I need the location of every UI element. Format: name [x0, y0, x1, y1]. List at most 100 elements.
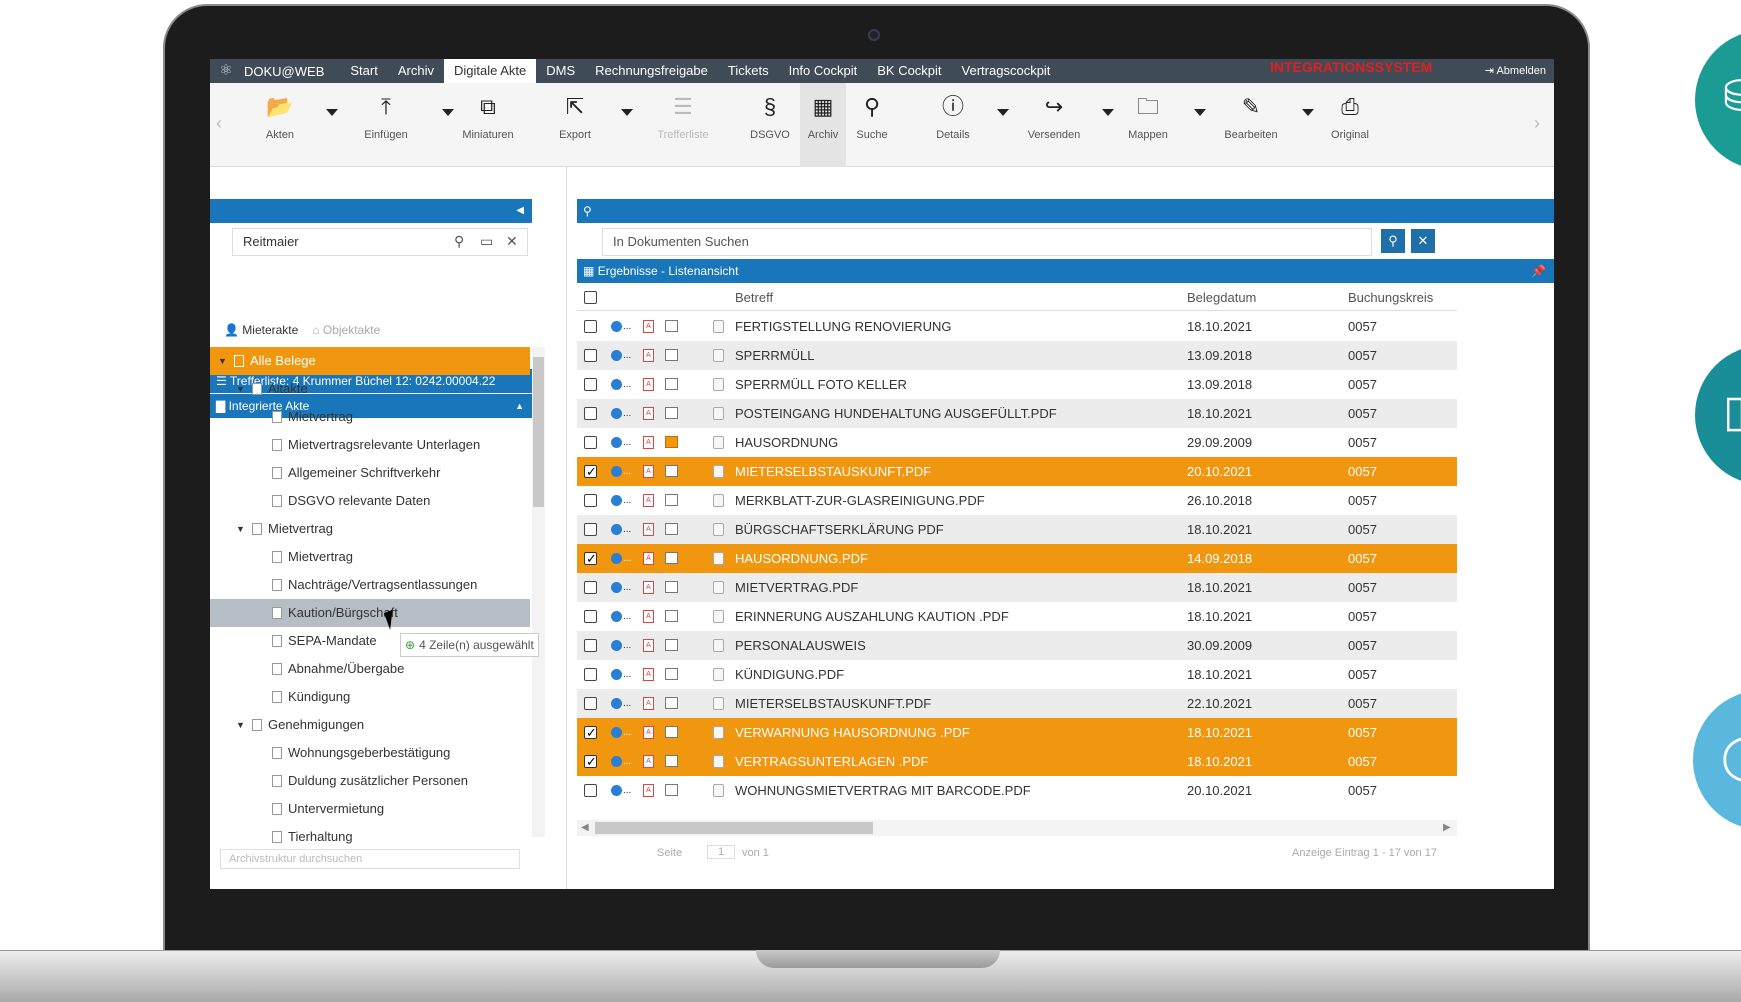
info-icon[interactable] [611, 350, 622, 361]
pdf-icon[interactable]: A [643, 349, 654, 362]
pdf-icon[interactable]: A [643, 552, 654, 565]
document-viewer-icon[interactable] [713, 465, 724, 478]
clear-icon[interactable]: ✕ [506, 233, 518, 250]
menu-item-digitale-akte[interactable]: Digitale Akte [443, 59, 537, 83]
toolbar-button-export[interactable]: ⇱ Export [545, 83, 605, 167]
row-checkbox[interactable] [584, 747, 597, 776]
pdf-icon[interactable]: A [643, 523, 654, 536]
info-icon[interactable] [611, 524, 622, 535]
select-all-checkbox[interactable] [584, 291, 597, 304]
table-row[interactable]: ... A VERTRAGSUNTERLAGEN .PDF 18.10.2021 005… [577, 747, 1457, 776]
tree-node[interactable]: Mietvertrag [210, 543, 530, 571]
document-viewer-icon[interactable] [713, 610, 724, 623]
row-checkbox[interactable] [584, 436, 597, 449]
pdf-icon[interactable]: A [643, 755, 654, 768]
tree-node[interactable]: Mietvertragsrelevante Unterlagen [210, 431, 530, 459]
menu-item-info-cockpit[interactable]: Info Cockpit [779, 59, 868, 83]
collapse-left-icon[interactable]: ◀ [516, 199, 524, 223]
toolbar-button-trefferliste[interactable]: ☰ Trefferliste [648, 83, 718, 167]
table-row[interactable]: ... A BÜRGSCHAFTSERKLÄRUNG PDF 18.10.2021 00… [577, 515, 1457, 544]
preview-icon[interactable] [665, 494, 678, 506]
toolbar-button-suche[interactable]: ⚲ Suche [850, 83, 894, 167]
document-viewer-icon[interactable] [713, 639, 724, 652]
table-row[interactable]: ... A HAUSORDNUNG 29.09.2009 0057 [577, 428, 1457, 457]
table-row[interactable]: ... A POSTEINGANG HUNDEHALTUNG AUSGEFÜLLT.… [577, 399, 1457, 428]
menu-item-vertragscockpit[interactable]: Vertragscockpit [952, 59, 1061, 83]
document-search-input[interactable]: In Dokumenten Suchen [602, 228, 1372, 256]
table-row[interactable]: ... A KÜNDIGUNG.PDF 18.10.2021 0057 [577, 660, 1457, 689]
tree-node[interactable]: ▼ Genehmigungen [210, 711, 530, 739]
tree-node[interactable]: Kündigung [210, 683, 530, 711]
info-icon[interactable] [611, 727, 622, 738]
document-viewer-icon[interactable] [713, 523, 724, 536]
table-row[interactable]: ... A SPERRMÜLL FOTO KELLER 13.09.2018 0057 [577, 370, 1457, 399]
preview-icon[interactable] [665, 407, 678, 419]
document-viewer-icon[interactable] [713, 349, 724, 362]
info-icon[interactable] [611, 495, 622, 506]
tree-node[interactable]: ▼ Altakte [210, 375, 530, 403]
toolbar-button-bearbeiten[interactable]: ✎ Bearbeiten [1216, 83, 1286, 167]
menu-item-rechnungsfreigabe[interactable]: Rechnungsfreigabe [585, 59, 718, 83]
caret-down-icon[interactable] [326, 109, 338, 116]
toolbar-button-archiv[interactable]: ▦ Archiv [800, 83, 846, 167]
document-viewer-icon[interactable] [713, 407, 724, 420]
tree-node[interactable]: Abnahme/Übergabe [210, 655, 530, 683]
caret-down-icon[interactable] [1302, 109, 1314, 116]
row-checkbox[interactable] [584, 544, 597, 573]
table-row[interactable]: ... A MIETERSELBSTAUSKUNFT.PDF 20.10.2021 00… [577, 457, 1457, 486]
row-checkbox[interactable] [584, 320, 597, 333]
document-viewer-icon[interactable] [713, 436, 724, 449]
row-checkbox[interactable] [584, 349, 597, 362]
tree-node[interactable]: Nachträge/Vertragsentlassungen [210, 571, 530, 599]
document-viewer-icon[interactable] [713, 668, 724, 681]
preview-icon[interactable] [665, 320, 678, 332]
info-icon[interactable] [611, 437, 622, 448]
info-icon[interactable] [611, 582, 622, 593]
preview-icon[interactable] [665, 639, 678, 651]
info-icon[interactable] [611, 466, 622, 477]
caret-down-icon[interactable] [1102, 109, 1114, 116]
document-viewer-icon[interactable] [713, 494, 724, 507]
tree-node[interactable]: Untervermietung [210, 795, 530, 823]
menu-item-start[interactable]: Start [340, 59, 387, 83]
info-icon[interactable] [611, 698, 622, 709]
toolbar-button-dsgvo[interactable]: § DSGVO [740, 83, 800, 167]
pdf-icon[interactable]: A [643, 494, 654, 507]
tree-node[interactable]: Duldung zusätzlicher Personen [210, 767, 530, 795]
document-viewer-icon[interactable] [713, 552, 724, 565]
info-icon[interactable] [611, 785, 622, 796]
preview-icon[interactable] [665, 523, 678, 535]
row-checkbox[interactable] [584, 523, 597, 536]
document-viewer-icon[interactable] [713, 697, 724, 710]
document-viewer-icon[interactable] [713, 320, 724, 333]
table-row[interactable]: ... A MIETERSELBSTAUSKUNFT.PDF 22.10.2021 00… [577, 689, 1457, 718]
caret-down-icon[interactable]: ▼ [236, 515, 246, 543]
row-checkbox[interactable] [584, 639, 597, 652]
row-checkbox[interactable] [584, 697, 597, 710]
toolbar-button-versenden[interactable]: ↪ Versenden [1022, 83, 1086, 167]
logout-button[interactable]: ⇥ Abmelden [1485, 59, 1546, 83]
column-betreff[interactable]: Betreff [735, 290, 773, 305]
tree-node[interactable]: Wohnungsgeberbestätigung [210, 739, 530, 767]
preview-icon[interactable] [665, 726, 678, 738]
preview-icon[interactable] [665, 378, 678, 390]
row-checkbox[interactable] [584, 610, 597, 623]
row-checkbox[interactable] [584, 668, 597, 681]
scroll-right-icon[interactable]: ▶ [1443, 820, 1451, 836]
tree-node[interactable]: Tierhaltung [210, 823, 530, 851]
column-belegdatum[interactable]: Belegdatum [1187, 290, 1256, 305]
tree-filter-input[interactable]: Archivstruktur durchsuchen [220, 849, 520, 869]
tree-scrollbar[interactable] [532, 347, 545, 837]
caret-down-icon[interactable]: ▼ [236, 711, 246, 739]
tree-node[interactable]: Mietvertrag [210, 403, 530, 431]
row-checkbox[interactable] [584, 581, 597, 594]
page-number-input[interactable]: 1 [707, 845, 736, 859]
info-icon[interactable] [611, 408, 622, 419]
clear-button[interactable]: ✕ [1411, 229, 1435, 253]
tree-node[interactable]: Allgemeiner Schriftverkehr [210, 459, 530, 487]
scrollbar-thumb[interactable] [533, 357, 544, 507]
menu-item-bk-cockpit[interactable]: BK Cockpit [867, 59, 951, 83]
preview-icon[interactable] [665, 465, 678, 477]
tree-node[interactable]: Kaution/Bürgschaft [210, 599, 530, 627]
search-button[interactable]: ⚲ [1381, 229, 1405, 253]
